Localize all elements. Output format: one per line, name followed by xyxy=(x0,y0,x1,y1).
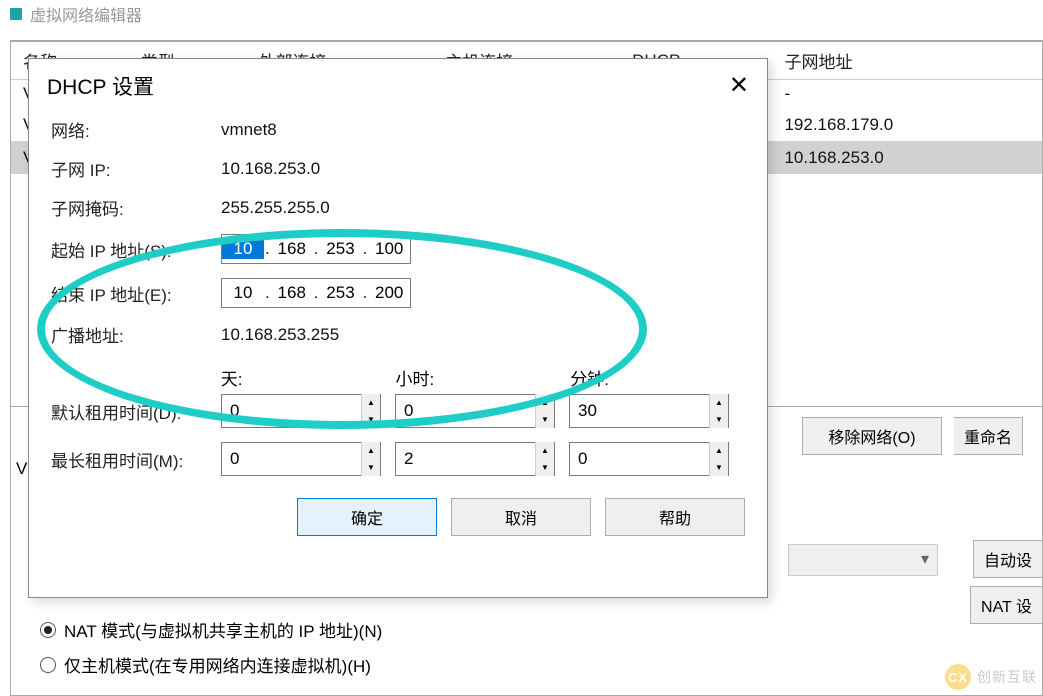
start-ip-input[interactable]: . . . xyxy=(221,234,411,264)
hours-header: 小时: xyxy=(396,365,571,390)
start-ip-octet-1[interactable] xyxy=(222,239,264,259)
dhcp-settings-dialog: DHCP 设置 ✕ 网络:vmnet8 子网 IP:10.168.253.0 子… xyxy=(28,58,768,598)
network-label: 网络: xyxy=(51,117,221,142)
spin-down-icon[interactable]: ▼ xyxy=(362,411,380,428)
nat-settings-button[interactable]: NAT 设 xyxy=(970,586,1043,624)
dialog-title: DHCP 设置 xyxy=(47,71,154,101)
spin-down-icon[interactable]: ▼ xyxy=(536,411,554,428)
minutes-header: 分钟: xyxy=(570,365,745,390)
close-icon[interactable]: ✕ xyxy=(729,74,749,98)
spin-up-icon[interactable]: ▲ xyxy=(536,442,554,459)
subnet-mask-label: 子网掩码: xyxy=(51,195,221,220)
end-ip-label: 结束 IP 地址(E): xyxy=(51,281,221,306)
hostonly-mode-radio[interactable] xyxy=(40,657,56,673)
start-ip-octet-4[interactable] xyxy=(368,239,410,259)
days-header: 天: xyxy=(221,365,396,390)
subnet-ip-value: 10.168.253.0 xyxy=(221,159,320,179)
watermark-logo-icon: CX xyxy=(945,664,971,690)
max-lease-minutes[interactable]: ▲▼ xyxy=(569,442,729,476)
max-lease-hours[interactable]: ▲▼ xyxy=(395,442,555,476)
end-ip-octet-3[interactable] xyxy=(319,283,361,303)
end-ip-octet-2[interactable] xyxy=(271,283,313,303)
ok-button[interactable]: 确定 xyxy=(297,498,437,536)
network-value: vmnet8 xyxy=(221,120,277,140)
spin-up-icon[interactable]: ▲ xyxy=(362,442,380,459)
vmnet-info-label: V xyxy=(16,459,27,479)
default-lease-label: 默认租用时间(D): xyxy=(51,399,221,424)
start-ip-octet-3[interactable] xyxy=(319,239,361,259)
help-button[interactable]: 帮助 xyxy=(605,498,745,536)
end-ip-octet-1[interactable] xyxy=(222,283,264,303)
nat-mode-radio[interactable] xyxy=(40,622,56,638)
parent-window-title: 虚拟网络编辑器 xyxy=(0,0,1043,28)
rename-button[interactable]: 重命名 xyxy=(954,417,1023,455)
watermark: CX 创新互联 xyxy=(945,664,1037,690)
hostonly-mode-label: 仅主机模式(在专用网络内连接虚拟机)(H) xyxy=(64,652,371,677)
spin-down-icon[interactable]: ▼ xyxy=(536,459,554,476)
default-lease-days[interactable]: ▲▼ xyxy=(221,394,381,428)
max-lease-label: 最长租用时间(M): xyxy=(51,447,221,472)
broadcast-label: 广播地址: xyxy=(51,322,221,347)
col-subnet[interactable]: 子网地址 xyxy=(772,42,1042,80)
adapter-dropdown[interactable] xyxy=(788,544,938,576)
subnet-mask-value: 255.255.255.0 xyxy=(221,198,330,218)
spin-up-icon[interactable]: ▲ xyxy=(710,442,728,459)
end-ip-octet-4[interactable] xyxy=(368,283,410,303)
app-icon xyxy=(10,8,22,20)
nat-mode-label: NAT 模式(与虚拟机共享主机的 IP 地址)(N) xyxy=(64,617,382,642)
spin-down-icon[interactable]: ▼ xyxy=(362,459,380,476)
spin-up-icon[interactable]: ▲ xyxy=(362,394,380,411)
start-ip-label: 起始 IP 地址(S): xyxy=(51,237,221,262)
remove-network-button[interactable]: 移除网络(O) xyxy=(802,417,942,455)
broadcast-value: 10.168.253.255 xyxy=(221,325,339,345)
end-ip-input[interactable]: . . . xyxy=(221,278,411,308)
start-ip-octet-2[interactable] xyxy=(271,239,313,259)
cancel-button[interactable]: 取消 xyxy=(451,498,591,536)
subnet-ip-label: 子网 IP: xyxy=(51,156,221,181)
spin-down-icon[interactable]: ▼ xyxy=(710,411,728,428)
spin-up-icon[interactable]: ▲ xyxy=(710,394,728,411)
default-lease-minutes[interactable]: ▲▼ xyxy=(569,394,729,428)
max-lease-days[interactable]: ▲▼ xyxy=(221,442,381,476)
auto-settings-button[interactable]: 自动设 xyxy=(973,540,1043,578)
default-lease-hours[interactable]: ▲▼ xyxy=(395,394,555,428)
spin-up-icon[interactable]: ▲ xyxy=(536,394,554,411)
spin-down-icon[interactable]: ▼ xyxy=(710,459,728,476)
